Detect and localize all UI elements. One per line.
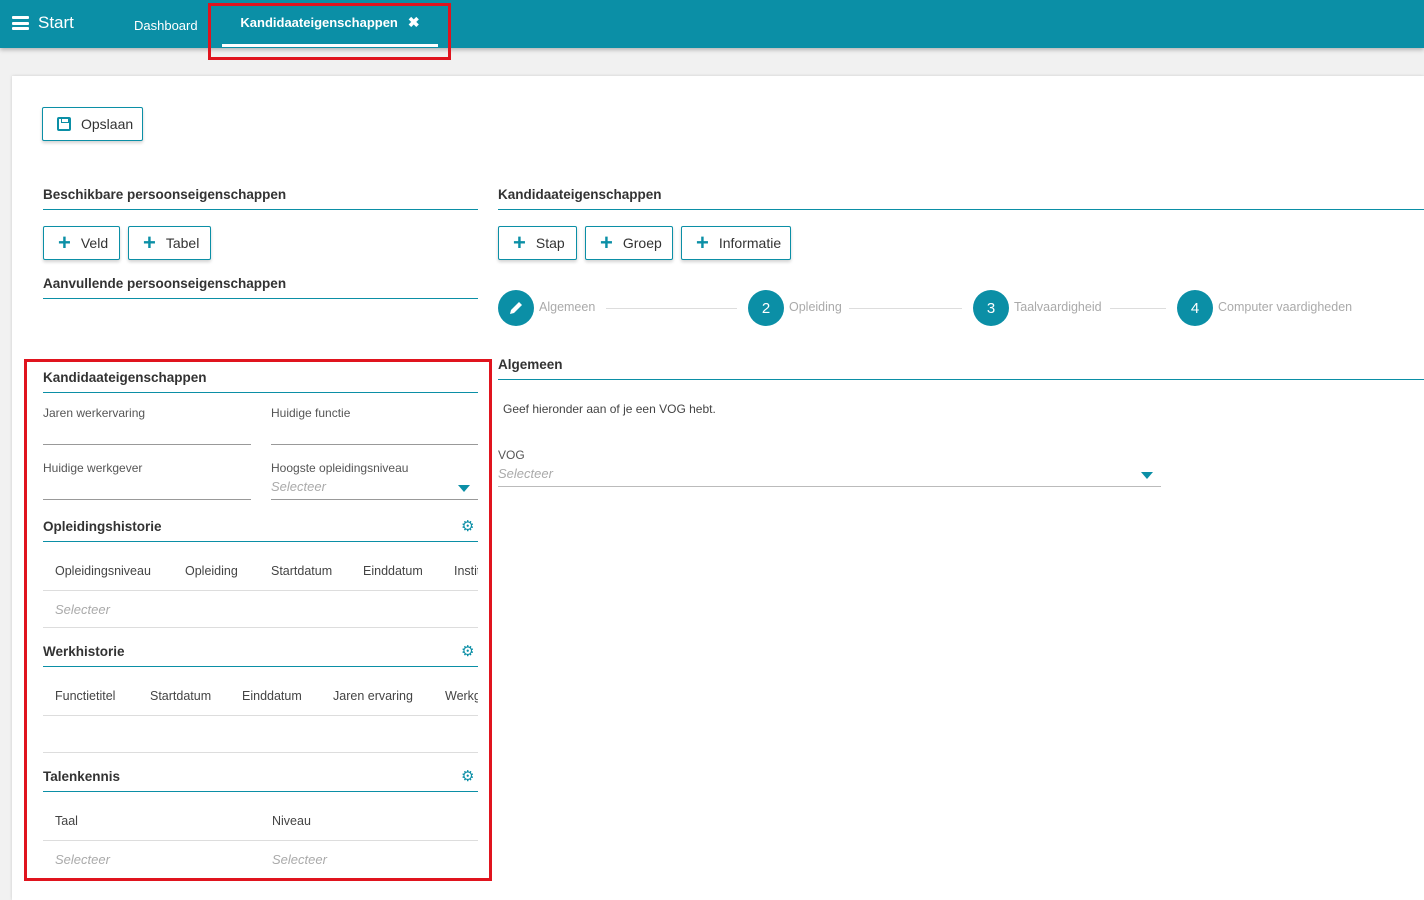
- divider: [498, 379, 1424, 380]
- step-3-circle[interactable]: 3: [973, 290, 1009, 326]
- column-header[interactable]: Taal: [55, 814, 78, 828]
- column-header[interactable]: Startdatum: [150, 689, 211, 703]
- current-employer-label: Huidige werkgever: [43, 461, 143, 475]
- step-connector: [1110, 308, 1166, 309]
- column-header[interactable]: Jaren ervaring: [333, 689, 413, 703]
- chevron-down-icon[interactable]: [1141, 472, 1153, 479]
- general-section-title: Algemeen: [498, 357, 563, 372]
- step-2-circle[interactable]: 2: [748, 290, 784, 326]
- vog-select[interactable]: Selecteer: [498, 466, 553, 481]
- column-header[interactable]: Werkgever: [445, 689, 478, 703]
- vog-label: VOG: [498, 448, 525, 462]
- column-header[interactable]: Opleidingsniveau: [55, 564, 151, 578]
- step-connector: [606, 308, 737, 309]
- pencil-icon: [510, 302, 522, 314]
- column-header[interactable]: Instituut: [454, 564, 478, 578]
- top-bar: Start Dashboard Kandidaateigenschappen ✖: [0, 0, 1424, 48]
- divider: [43, 209, 478, 210]
- divider: [43, 840, 478, 841]
- add-group-button[interactable]: + Groep: [585, 226, 673, 260]
- save-label: Opslaan: [81, 116, 134, 132]
- select-underline: [271, 499, 478, 500]
- level-select[interactable]: Selecteer: [272, 852, 327, 867]
- tab-dashboard[interactable]: Dashboard: [134, 18, 198, 33]
- divider: [43, 715, 478, 716]
- field-label: Veld: [80, 235, 109, 251]
- plus-icon: +: [600, 230, 613, 255]
- plus-icon: +: [513, 230, 526, 255]
- save-button[interactable]: Opslaan: [42, 107, 143, 141]
- languages-title: Talenkennis: [43, 769, 121, 784]
- available-properties-title: Beschikbare persoonseigenschappen: [43, 187, 287, 202]
- tab-label: Kandidaateigenschappen: [240, 14, 398, 30]
- candidate-properties-title: Kandidaateigenschappen: [43, 370, 207, 385]
- candidate-properties-right-title: Kandidaateigenschappen: [498, 187, 662, 202]
- divider: [43, 541, 478, 542]
- gear-icon[interactable]: ⚙: [461, 642, 479, 660]
- add-table-button[interactable]: + Tabel: [128, 226, 211, 260]
- education-table-header: Opleidingsniveau Opleiding Startdatum Ei…: [43, 560, 478, 582]
- highest-education-select[interactable]: Selecteer: [271, 479, 326, 494]
- years-experience-label: Jaren werkervaring: [43, 406, 146, 420]
- education-row-select[interactable]: Selecteer: [55, 602, 110, 617]
- current-function-label: Huidige functie: [271, 406, 351, 420]
- highest-education-label: Hoogste opleidingsniveau: [271, 461, 409, 475]
- step-1-label[interactable]: Algemeen: [539, 300, 595, 314]
- current-employer-input[interactable]: [43, 499, 251, 500]
- gear-icon[interactable]: ⚙: [461, 767, 479, 785]
- divider: [43, 752, 478, 753]
- column-header[interactable]: Functietitel: [55, 689, 115, 703]
- plus-icon: +: [143, 230, 156, 255]
- gear-icon[interactable]: ⚙: [461, 517, 479, 535]
- plus-icon: +: [58, 230, 71, 255]
- divider: [43, 627, 478, 628]
- add-info-button[interactable]: + Informatie: [681, 226, 791, 260]
- chevron-down-icon[interactable]: [458, 485, 470, 492]
- current-function-input[interactable]: [271, 444, 478, 445]
- plus-icon: +: [696, 230, 709, 255]
- step-4-label[interactable]: Computer vaardigheden: [1218, 300, 1352, 314]
- column-header[interactable]: Niveau: [272, 814, 311, 828]
- vog-underline: [498, 486, 1161, 487]
- close-icon[interactable]: ✖: [408, 14, 420, 31]
- divider: [43, 298, 478, 299]
- floppy-disk-icon: [57, 117, 71, 131]
- add-step-button[interactable]: + Stap: [498, 226, 577, 260]
- step-2-label[interactable]: Opleiding: [789, 300, 842, 314]
- hamburger-icon: [12, 16, 29, 30]
- column-header[interactable]: Einddatum: [242, 689, 302, 703]
- step-label: Stap: [535, 235, 565, 251]
- divider: [43, 590, 478, 591]
- divider: [43, 791, 478, 792]
- years-experience-input[interactable]: [43, 444, 251, 445]
- additional-properties-title: Aanvullende persoonseigenschappen: [43, 276, 287, 291]
- language-select[interactable]: Selecteer: [55, 852, 110, 867]
- start-label: Start: [38, 13, 74, 32]
- column-header[interactable]: Opleiding: [185, 564, 238, 578]
- work-history-title: Werkhistorie: [43, 644, 125, 659]
- step-connector: [849, 308, 962, 309]
- start-menu-button[interactable]: Start: [12, 13, 74, 33]
- tab-kandidaateigenschappen[interactable]: Kandidaateigenschappen ✖: [222, 0, 438, 47]
- group-label: Groep: [622, 235, 662, 251]
- divider: [43, 666, 478, 667]
- step-1-circle[interactable]: [498, 290, 534, 326]
- divider: [498, 209, 1424, 210]
- education-history-title: Opleidingshistorie: [43, 519, 162, 534]
- info-label: Informatie: [718, 235, 782, 251]
- divider: [43, 392, 478, 393]
- work-table-header: Functietitel Startdatum Einddatum Jaren …: [43, 685, 478, 707]
- step-4-circle[interactable]: 4: [1177, 290, 1213, 326]
- info-text: Geef hieronder aan of je een VOG hebt.: [503, 402, 716, 416]
- add-field-button[interactable]: + Veld: [43, 226, 120, 260]
- table-label: Tabel: [165, 235, 200, 251]
- step-3-label[interactable]: Taalvaardigheid: [1014, 300, 1102, 314]
- column-header[interactable]: Einddatum: [363, 564, 423, 578]
- column-header[interactable]: Startdatum: [271, 564, 332, 578]
